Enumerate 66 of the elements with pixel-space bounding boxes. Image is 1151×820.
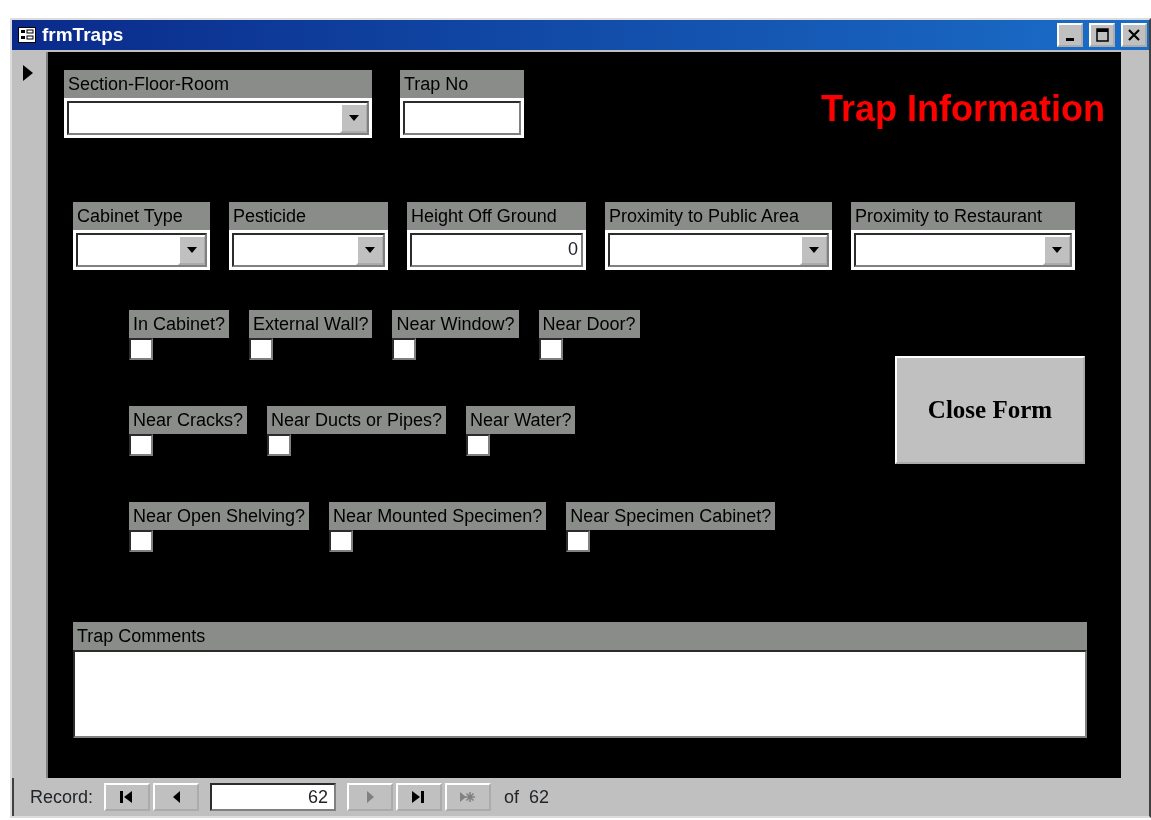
field-label: Section-Floor-Room	[64, 69, 372, 98]
last-record-button[interactable]	[396, 783, 443, 811]
close-form-button[interactable]: Close Form	[895, 355, 1085, 464]
dropdown-button[interactable]	[800, 234, 828, 265]
maximize-button[interactable]	[1089, 23, 1115, 47]
minimize-button[interactable]	[1057, 23, 1083, 47]
comments-label: Trap Comments	[73, 621, 1087, 650]
dropdown-button[interactable]	[1043, 234, 1071, 265]
checkbox[interactable]	[566, 529, 591, 552]
checkbox[interactable]	[267, 433, 292, 456]
minimize-icon	[1066, 38, 1074, 41]
checkbox[interactable]	[249, 337, 274, 360]
checkbox-label: Near Door?	[538, 309, 640, 338]
checkbox-label: Near Open Shelving?	[129, 501, 310, 530]
checkbox-label: Near Cracks?	[129, 405, 248, 434]
dropdown-button[interactable]	[356, 234, 384, 265]
caret-icon	[1052, 246, 1062, 253]
combo-box[interactable]	[229, 229, 388, 270]
caret-icon	[349, 114, 359, 121]
checkbox-label: External Wall?	[249, 309, 373, 338]
new-record-icon	[460, 790, 477, 804]
caret-icon	[187, 246, 197, 253]
checkbox[interactable]	[329, 529, 354, 552]
field-label: Trap No	[400, 69, 524, 98]
comments-field[interactable]	[73, 649, 1087, 738]
caret-icon	[365, 246, 375, 253]
record-number-field[interactable]: 62	[210, 783, 337, 811]
field-label: Cabinet Type	[73, 201, 210, 230]
checkbox-label: Near Specimen Cabinet?	[566, 501, 776, 530]
current-record-icon	[22, 63, 34, 82]
checkbox[interactable]	[538, 337, 563, 360]
checkbox-label: In Cabinet?	[129, 309, 230, 338]
checkbox[interactable]	[129, 337, 153, 360]
dropdown-button[interactable]	[340, 102, 368, 133]
caret-icon	[809, 246, 819, 253]
window-title: frmTraps	[42, 22, 124, 47]
close-button[interactable]	[1121, 23, 1147, 47]
combo-box[interactable]	[73, 229, 210, 270]
field-label: Proximity to Restaurant	[851, 201, 1075, 230]
dropdown-button[interactable]	[178, 234, 206, 265]
checkbox[interactable]	[129, 433, 153, 456]
close-icon	[1127, 28, 1141, 42]
field-label: Proximity to Public Area	[605, 201, 832, 230]
record-label: Record:	[30, 785, 94, 809]
previous-record-button[interactable]	[153, 783, 200, 811]
previous-icon	[172, 791, 180, 803]
maximize-icon	[1095, 28, 1109, 42]
field-label: Pesticide	[229, 201, 388, 230]
text-field[interactable]	[400, 97, 524, 138]
next-icon	[366, 791, 374, 803]
form-title: Trap Information	[821, 86, 1105, 131]
checkbox-label: Near Window?	[392, 309, 519, 338]
field-label: Height Off Ground	[407, 201, 586, 230]
first-record-button[interactable]	[104, 783, 151, 811]
combo-box[interactable]	[605, 229, 832, 270]
checkbox[interactable]	[129, 529, 153, 552]
record-count: of 62	[504, 785, 550, 809]
text-field[interactable]: 0	[407, 229, 586, 270]
checkbox-label: Near Mounted Specimen?	[329, 501, 547, 530]
checkbox[interactable]	[466, 433, 491, 456]
combo-box[interactable]	[64, 97, 372, 138]
checkbox-label: Near Water?	[466, 405, 576, 434]
checkbox[interactable]	[392, 337, 417, 360]
form-icon	[18, 27, 36, 43]
combo-box[interactable]	[851, 229, 1075, 270]
checkbox-label: Near Ducts or Pipes?	[267, 405, 447, 434]
